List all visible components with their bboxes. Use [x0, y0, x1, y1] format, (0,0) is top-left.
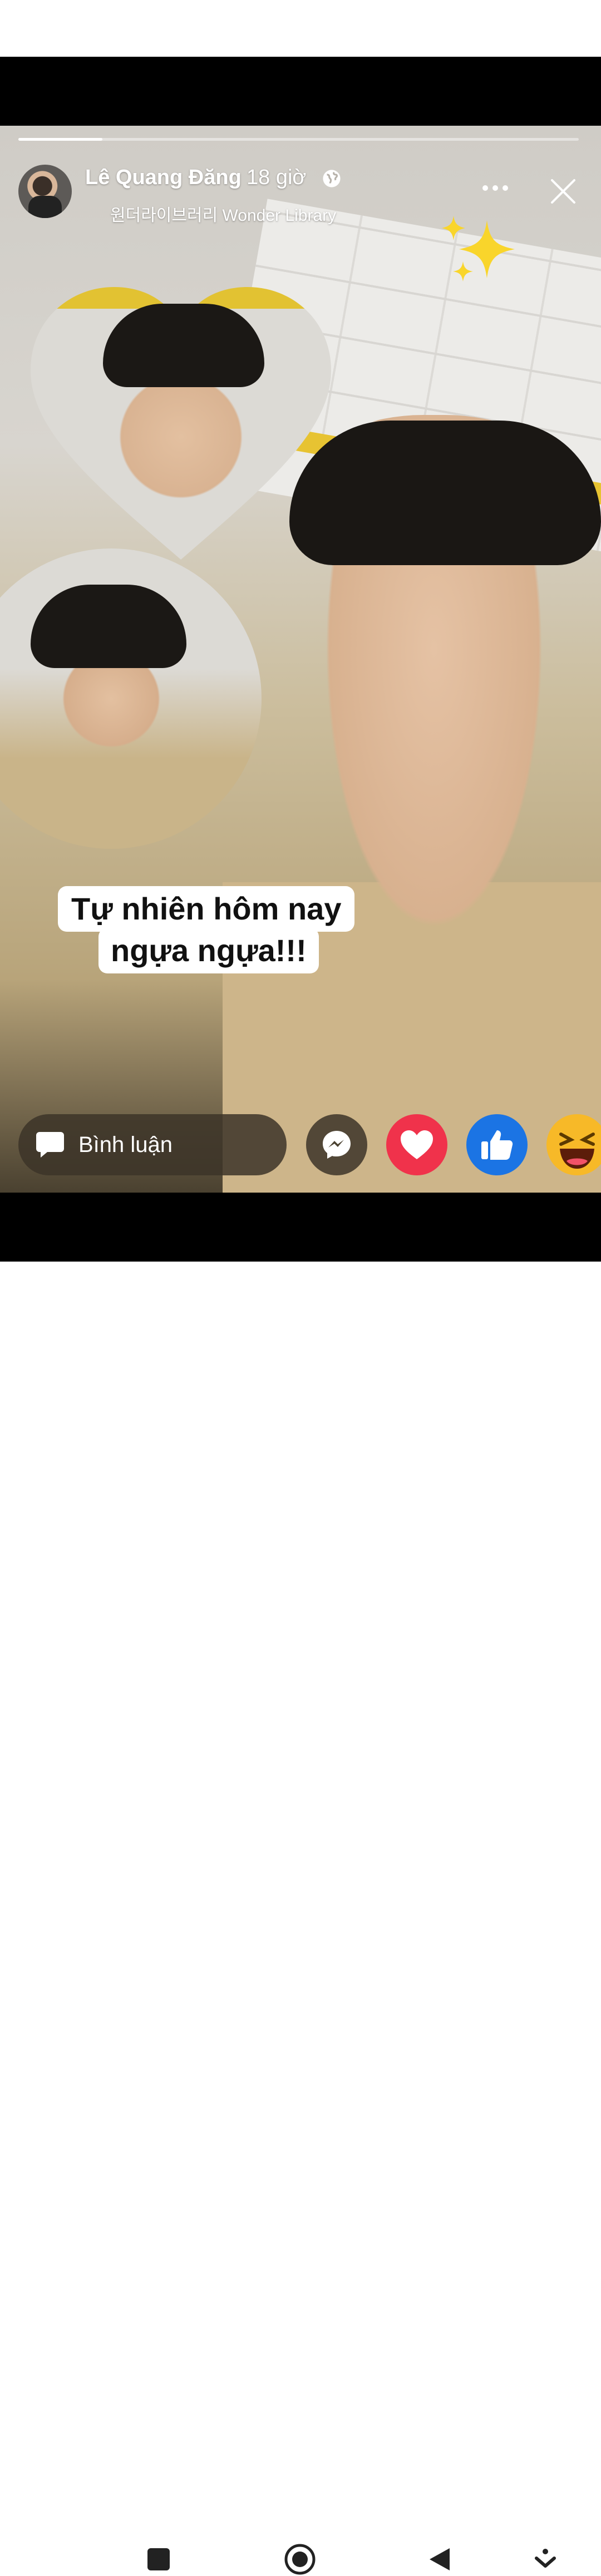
back-icon[interactable] — [423, 2543, 456, 2576]
letterbox-top — [0, 57, 601, 126]
more-options-icon[interactable] — [479, 177, 512, 199]
letterbox-bottom — [0, 1193, 601, 1262]
music-note-icon — [86, 201, 103, 220]
home-icon[interactable] — [283, 2543, 317, 2576]
status-bar-area — [0, 0, 601, 57]
heart-photo-hair — [103, 304, 264, 387]
post-time: 18 giờ — [247, 166, 307, 189]
story-progress-track — [18, 138, 579, 141]
sparkles-sticker — [442, 216, 515, 281]
notification-pull-icon[interactable] — [529, 2543, 562, 2576]
story-progress-fill — [18, 138, 103, 141]
like-reaction-icon — [481, 1130, 513, 1160]
avatar[interactable] — [18, 165, 72, 218]
story-caption-line-1: Tự nhiên hôm nay — [58, 886, 355, 932]
recent-apps-icon[interactable] — [142, 2543, 175, 2576]
love-reaction-button[interactable] — [386, 1114, 447, 1175]
love-reaction-icon — [401, 1130, 433, 1159]
story-caption-line-2: ngựa ngựa!!! — [98, 928, 319, 973]
music-label[interactable]: 원더라이브러리 Wonder Library — [110, 201, 336, 226]
author-name[interactable]: Lê Quang Đăng — [85, 166, 242, 190]
messenger-button[interactable] — [306, 1114, 367, 1175]
main-photo-hair — [289, 421, 601, 565]
circle-photo-hair — [31, 585, 186, 668]
comment-label: Bình luận — [78, 1132, 173, 1157]
system-navigation-bar — [0, 1262, 601, 2575]
story-viewer[interactable]: Lê Quang Đăng 18 giờ 원더라이브러리 Wonder Libr… — [0, 126, 601, 1193]
comment-bubble-icon — [36, 1132, 64, 1158]
like-reaction-button[interactable] — [466, 1114, 528, 1175]
globe-icon — [323, 170, 341, 187]
comment-button[interactable]: Bình luận — [18, 1114, 287, 1175]
close-icon[interactable] — [548, 176, 579, 207]
messenger-icon — [323, 1131, 351, 1159]
